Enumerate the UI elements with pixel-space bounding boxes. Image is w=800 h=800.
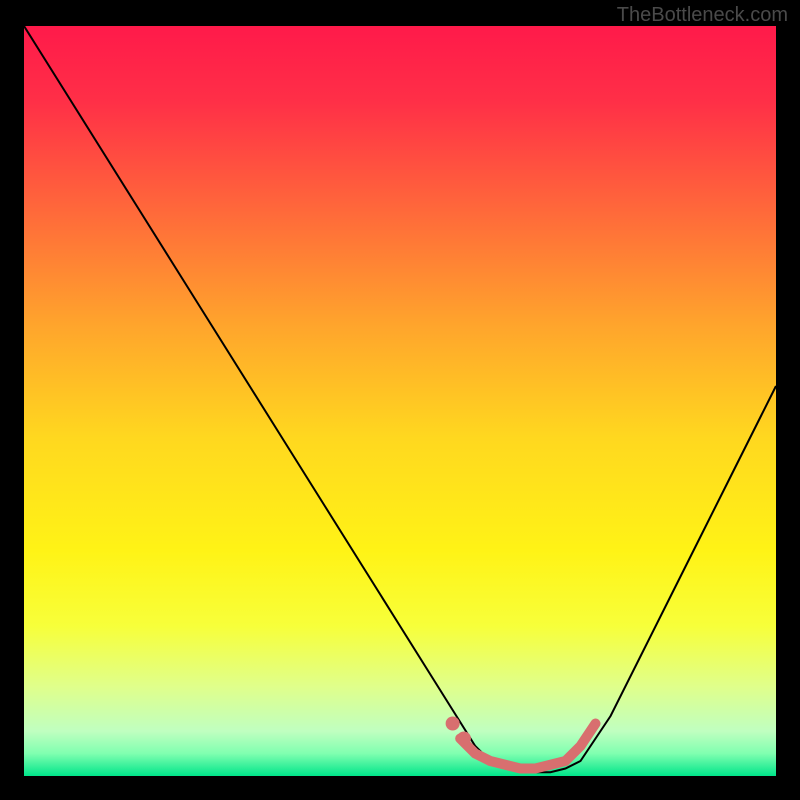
watermark-text: TheBottleneck.com — [617, 4, 788, 27]
chart-plot-area — [24, 26, 776, 776]
optimal-range-dots — [457, 732, 471, 746]
optimal-range-dots — [446, 717, 460, 731]
bottleneck-curve — [24, 26, 776, 772]
chart-curves — [24, 26, 776, 776]
optimal-range-highlight — [460, 724, 595, 769]
